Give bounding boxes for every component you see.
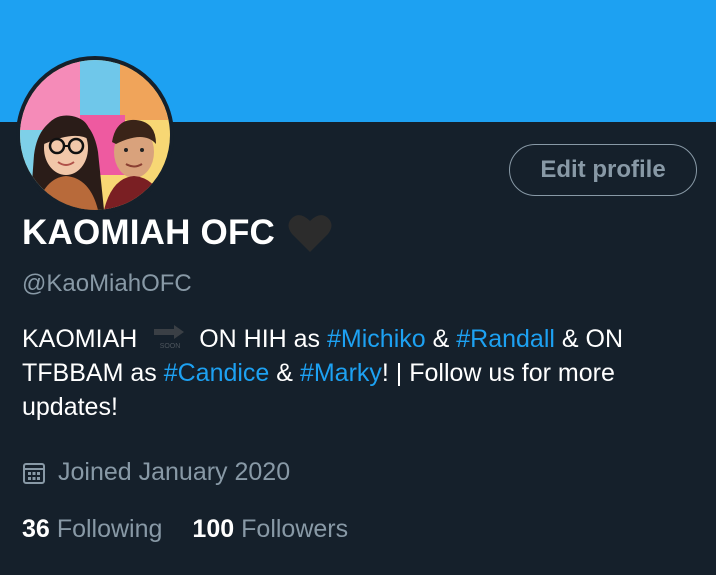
hashtag-link[interactable]: #Marky	[300, 359, 382, 387]
profile-handle: @KaoMiahOFC	[22, 270, 192, 297]
bio-text: &	[432, 325, 450, 353]
joined-date: Joined January 2020	[22, 458, 290, 487]
avatar-image	[20, 60, 170, 210]
calendar-icon	[23, 462, 45, 484]
followers-link[interactable]: 100 Followers	[192, 515, 348, 544]
display-name: KAOMIAH OFC	[22, 213, 276, 252]
bio-text: &	[276, 359, 293, 387]
following-link[interactable]: 36 Following	[22, 515, 162, 544]
followers-count: 100	[192, 515, 235, 543]
hashtag-link[interactable]: #Michiko	[327, 325, 426, 353]
following-count: 36	[22, 515, 50, 543]
hashtag-link[interactable]: #Candice	[164, 359, 270, 387]
bio-text: ON HIH as	[199, 325, 321, 353]
joined-label: Joined January 2020	[58, 458, 291, 486]
bio-text: KAOMIAH	[22, 325, 138, 353]
heart-icon	[288, 215, 332, 252]
name-row: KAOMIAH OFC	[22, 212, 333, 254]
svg-text:SOON: SOON	[160, 343, 181, 350]
edit-profile-button[interactable]: Edit profile	[509, 144, 697, 196]
followers-label: Followers	[241, 515, 349, 543]
profile-bio: KAOMIAH SOON ON HIH as #Michiko & #Randa…	[22, 322, 692, 424]
hashtag-link[interactable]: #Randall	[456, 325, 555, 353]
following-label: Following	[56, 515, 163, 543]
soon-arrow-icon: SOON	[154, 325, 185, 350]
avatar[interactable]	[16, 56, 174, 214]
follow-stats: 36 Following 100 Followers	[22, 515, 348, 544]
